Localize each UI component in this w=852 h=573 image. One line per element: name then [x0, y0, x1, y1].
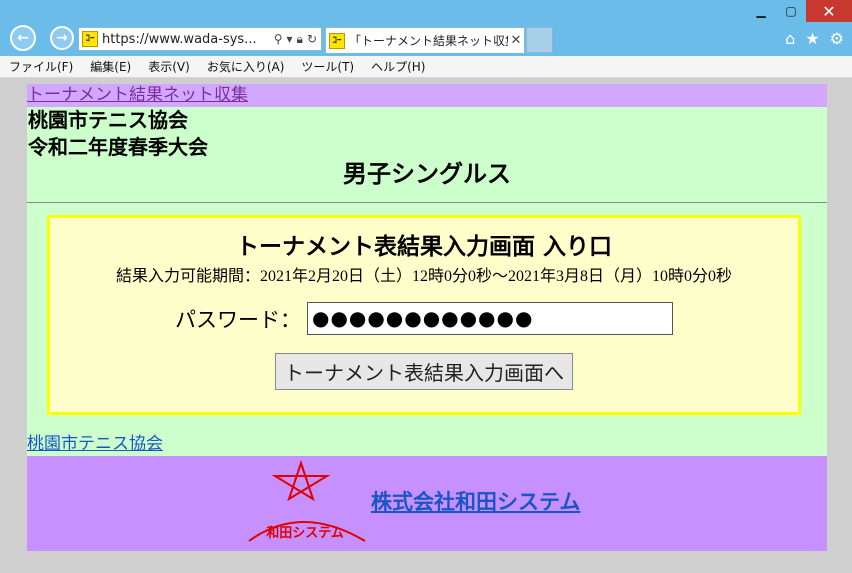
menu-view[interactable]: 表示(V) — [139, 58, 198, 75]
company-link[interactable]: 株式会社和田システム — [371, 486, 580, 516]
browser-toolbar-icons: ⌂ ★ ⚙ — [785, 29, 844, 48]
wada-system-logo[interactable]: 和田システム — [247, 459, 367, 545]
page-content: トーナメント結果ネット収集 桃園市テニス協会 令和二年度春季大会 男子シングルス… — [27, 84, 827, 551]
forward-button[interactable]: → — [50, 26, 74, 50]
assoc-link-wrap: 桃園市テニス協会 — [27, 429, 163, 454]
org-name: 桃園市テニス協会 — [28, 108, 188, 132]
menu-tools[interactable]: ツール(T) — [292, 58, 362, 75]
tab-active[interactable]: ｺｰ 「トーナメント結果ネット収集」... ✕ — [325, 27, 525, 53]
forward-arrow-icon: → — [56, 30, 68, 46]
tab-title: 「トーナメント結果ネット収集」... — [349, 34, 508, 48]
top-link[interactable]: トーナメント結果ネット収集 — [27, 85, 248, 105]
enter-results-button[interactable]: トーナメント表結果入力画面へ — [275, 353, 573, 390]
menu-favorites[interactable]: お気に入り(A) — [198, 58, 293, 75]
close-window-icon[interactable]: ✕ — [806, 0, 852, 22]
input-period: 結果入力可能期間：2021年2月20日（土）12時0分0秒～2021年3月8日（… — [115, 268, 732, 285]
entry-box: トーナメント表結果入力画面 入り口 結果入力可能期間：2021年2月20日（土）… — [47, 215, 801, 415]
tournament-name: 令和二年度春季大会 — [28, 135, 208, 159]
back-arrow-icon: ← — [17, 30, 29, 46]
logo-text: 和田システム — [266, 525, 344, 541]
entry-title: トーナメント表結果入力画面 入り口 — [235, 234, 612, 260]
menu-bar: ファイル(F) 編集(E) 表示(V) お気に入り(A) ツール(T) ヘルプ(… — [0, 56, 852, 78]
top-bar: トーナメント結果ネット収集 — [27, 84, 827, 107]
address-url[interactable]: https://www.wada-sys... — [102, 32, 274, 47]
search-icon[interactable]: ⚲ — [274, 32, 283, 47]
home-icon[interactable]: ⌂ — [785, 29, 795, 48]
minimize-icon[interactable]: ▁ — [746, 0, 776, 22]
dropdown-icon[interactable]: ▾ — [287, 32, 293, 47]
footer: 和田システム 株式会社和田システム — [27, 456, 827, 551]
event-title: 男子シングルス — [343, 160, 511, 188]
site-favicon-icon: ｺｰ — [82, 31, 98, 47]
main-panel: 桃園市テニス協会 令和二年度春季大会 男子シングルス トーナメント表結果入力画面… — [27, 107, 827, 456]
tab-favicon-icon: ｺｰ — [329, 32, 345, 49]
menu-help[interactable]: ヘルプ(H) — [362, 58, 433, 75]
favorites-star-icon[interactable]: ★ — [805, 29, 819, 48]
maximize-icon[interactable]: ▢ — [776, 0, 806, 22]
refresh-icon[interactable]: ↻ — [307, 32, 317, 47]
password-field[interactable]: ●●●●●●●●●●●● — [307, 302, 673, 335]
address-bar[interactable]: ｺｰ https://www.wada-sys... ⚲ ▾ 🔒︎ ↻ — [78, 27, 322, 51]
new-tab-button[interactable] — [526, 27, 553, 53]
tab-close-icon[interactable]: ✕ — [508, 33, 524, 48]
password-row: パスワード： ●●●●●●●●●●●● — [50, 302, 798, 335]
password-label: パスワード： — [175, 307, 301, 332]
lock-icon[interactable]: 🔒︎ — [297, 32, 303, 47]
browser-titlebar: ▁ ▢ ✕ ← → ｺｰ https://www.wada-sys... ⚲ ▾… — [0, 0, 852, 56]
menu-file[interactable]: ファイル(F) — [0, 58, 81, 75]
window-controls: ▁ ▢ ✕ — [746, 0, 852, 22]
divider — [27, 202, 827, 203]
menu-edit[interactable]: 編集(E) — [81, 58, 139, 75]
settings-gear-icon[interactable]: ⚙ — [830, 29, 844, 48]
back-button[interactable]: ← — [10, 25, 36, 51]
association-link[interactable]: 桃園市テニス協会 — [27, 434, 163, 454]
